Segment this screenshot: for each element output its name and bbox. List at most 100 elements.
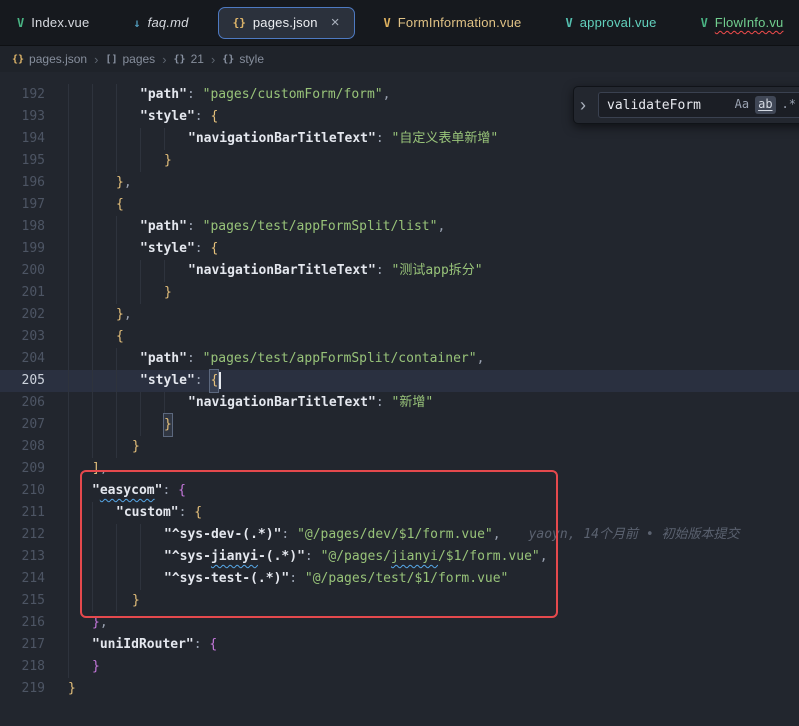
line-number[interactable]: 201	[0, 282, 68, 304]
line-number[interactable]: 213	[0, 546, 68, 568]
line-number[interactable]: 219	[0, 678, 68, 700]
indent-guides	[68, 304, 116, 326]
regex-icon[interactable]: .*	[779, 96, 799, 113]
code-text: }	[68, 282, 799, 304]
code-text: "^sys-test-(.*)": "@/pages/test/$1/form.…	[68, 568, 799, 590]
code-text: "style": {	[68, 238, 799, 260]
line-number[interactable]: 202	[0, 304, 68, 326]
line-number[interactable]: 208	[0, 436, 68, 458]
editor-tab-bar: VIndex.vue↓faq.md{}pages.json×VFormInfor…	[0, 0, 799, 46]
match-case-icon[interactable]: Aa	[732, 96, 752, 113]
indent-guides	[68, 238, 140, 260]
indent-guides	[68, 128, 188, 150]
code-line-219[interactable]: 219}	[0, 678, 799, 700]
breadcrumb-label: 21	[191, 52, 204, 66]
code-text: "easycom": {	[68, 480, 799, 502]
code-line-195[interactable]: 195}	[0, 150, 799, 172]
code-line-206[interactable]: 206"navigationBarTitleText": "新增"	[0, 392, 799, 414]
code-line-196[interactable]: 196},	[0, 172, 799, 194]
line-number[interactable]: 206	[0, 392, 68, 414]
code-line-202[interactable]: 202},	[0, 304, 799, 326]
token: jianyi	[211, 546, 258, 568]
line-number[interactable]: 205	[0, 370, 68, 392]
vscode-window: VIndex.vue↓faq.md{}pages.json×VFormInfor…	[0, 0, 799, 726]
symbol-array-icon: []	[105, 54, 117, 65]
tab-pages-json[interactable]: {}pages.json×	[218, 7, 355, 39]
breadcrumb-item-style[interactable]: {}style	[222, 52, 264, 66]
line-number[interactable]: 192	[0, 84, 68, 106]
line-number[interactable]: 216	[0, 612, 68, 634]
line-number[interactable]: 212	[0, 524, 68, 546]
indent-guides	[68, 172, 116, 194]
line-number[interactable]: 209	[0, 458, 68, 480]
line-number[interactable]: 197	[0, 194, 68, 216]
breadcrumb-label: pages.json	[29, 52, 87, 66]
code-line-199[interactable]: 199"style": {	[0, 238, 799, 260]
line-number[interactable]: 200	[0, 260, 68, 282]
find-input[interactable]: validateForm Aa ab .*	[598, 92, 799, 118]
code-line-203[interactable]: 203{	[0, 326, 799, 348]
token: }	[164, 282, 172, 304]
line-number[interactable]: 199	[0, 238, 68, 260]
code-line-213[interactable]: 213"^sys-jianyi-(.*)": "@/pages/jianyi/$…	[0, 546, 799, 568]
token: -(.*)"	[258, 546, 305, 568]
line-number[interactable]: 207	[0, 414, 68, 436]
tab-label: pages.json	[253, 15, 318, 30]
find-widget: › validateForm Aa ab .*	[573, 86, 799, 124]
code-line-217[interactable]: 217"uniIdRouter": {	[0, 634, 799, 656]
line-number[interactable]: 214	[0, 568, 68, 590]
code-line-210[interactable]: 210"easycom": {	[0, 480, 799, 502]
code-line-209[interactable]: 209],	[0, 458, 799, 480]
token: "style"	[140, 370, 195, 392]
token: "path"	[140, 216, 187, 238]
tab-forminformation-vue[interactable]: VFormInformation.vue	[369, 7, 537, 39]
code-line-200[interactable]: 200"navigationBarTitleText": "测试app拆分"	[0, 260, 799, 282]
code-line-212[interactable]: 212"^sys-dev-(.*)": "@/pages/dev/$1/form…	[0, 524, 799, 546]
line-number[interactable]: 217	[0, 634, 68, 656]
code-line-207[interactable]: 207}	[0, 414, 799, 436]
code-line-211[interactable]: 211"custom": {	[0, 502, 799, 524]
code-line-198[interactable]: 198"path": "pages/test/appFormSplit/list…	[0, 216, 799, 238]
indent-guides	[68, 436, 132, 458]
code-line-214[interactable]: 214"^sys-test-(.*)": "@/pages/test/$1/fo…	[0, 568, 799, 590]
code-editor[interactable]: 192"path": "pages/customForm/form",193"s…	[0, 72, 799, 726]
code-line-194[interactable]: 194"navigationBarTitleText": "自定义表单新增"	[0, 128, 799, 150]
code-line-197[interactable]: 197{	[0, 194, 799, 216]
find-expand-chevron-icon[interactable]: ›	[580, 96, 592, 114]
line-number[interactable]: 203	[0, 326, 68, 348]
tab-flowinfo-vu[interactable]: VFlowInfo.vu	[686, 7, 799, 39]
breadcrumb-item-21[interactable]: {}21	[174, 52, 204, 66]
close-tab-icon[interactable]: ×	[331, 15, 340, 30]
tab-index-vue[interactable]: VIndex.vue	[2, 7, 104, 39]
line-number[interactable]: 210	[0, 480, 68, 502]
breadcrumb-item-pages-json[interactable]: {}pages.json	[12, 52, 87, 66]
line-number[interactable]: 198	[0, 216, 68, 238]
line-number[interactable]: 215	[0, 590, 68, 612]
line-number[interactable]: 196	[0, 172, 68, 194]
whole-word-icon[interactable]: ab	[755, 96, 775, 113]
breadcrumb-item-pages[interactable]: []pages	[105, 52, 155, 66]
code-line-204[interactable]: 204"path": "pages/test/appFormSplit/cont…	[0, 348, 799, 370]
token: {	[209, 634, 217, 656]
indent-guides	[68, 414, 164, 436]
code-text: "navigationBarTitleText": "自定义表单新增"	[68, 128, 799, 150]
token: :	[195, 106, 211, 128]
indent-guides	[68, 656, 92, 678]
code-line-208[interactable]: 208}	[0, 436, 799, 458]
code-line-201[interactable]: 201}	[0, 282, 799, 304]
code-line-216[interactable]: 216},	[0, 612, 799, 634]
line-number[interactable]: 195	[0, 150, 68, 172]
tab-faq-md[interactable]: ↓faq.md	[118, 7, 203, 39]
line-number[interactable]: 211	[0, 502, 68, 524]
tab-approval-vue[interactable]: Vapproval.vue	[550, 7, 671, 39]
token: "测试app拆分"	[392, 260, 483, 282]
code-text: {	[68, 194, 799, 216]
line-number[interactable]: 204	[0, 348, 68, 370]
token: :	[195, 238, 211, 260]
code-line-218[interactable]: 218}	[0, 656, 799, 678]
code-line-215[interactable]: 215}	[0, 590, 799, 612]
line-number[interactable]: 218	[0, 656, 68, 678]
code-line-205[interactable]: 205"style": {	[0, 370, 799, 392]
line-number[interactable]: 194	[0, 128, 68, 150]
line-number[interactable]: 193	[0, 106, 68, 128]
